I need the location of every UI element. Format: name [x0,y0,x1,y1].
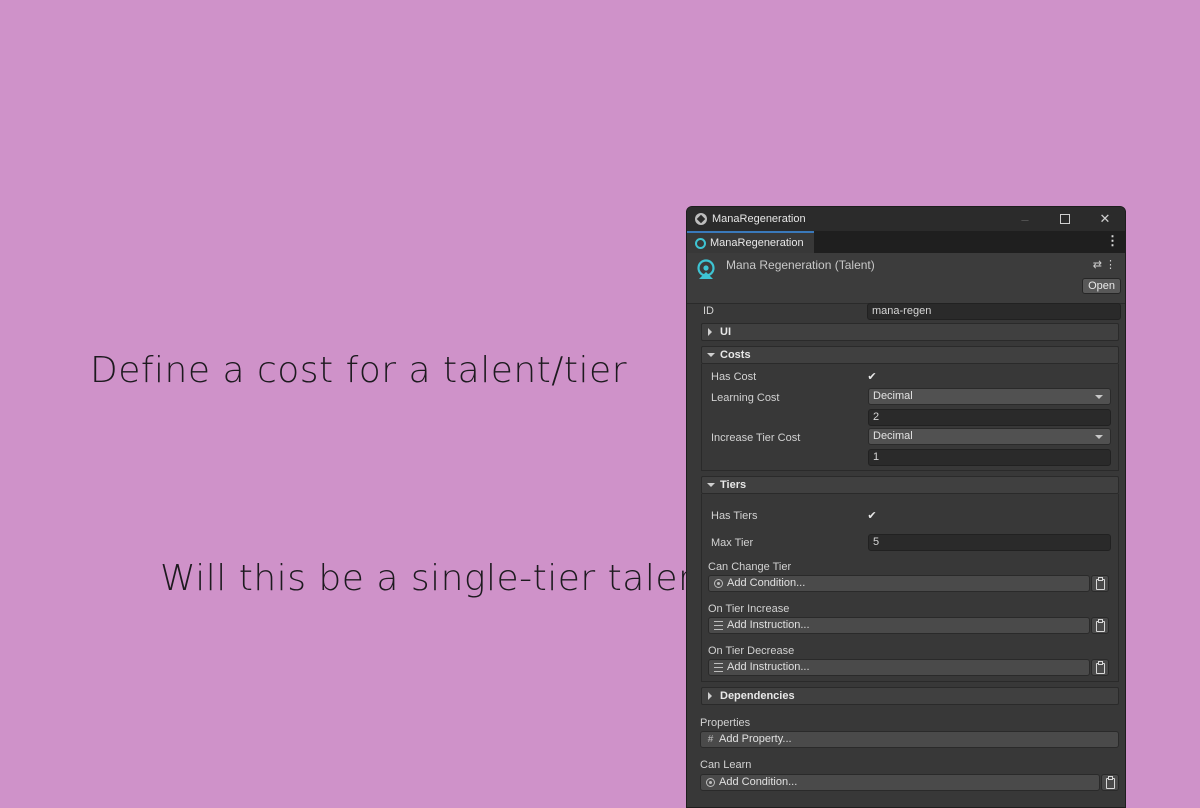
on-tier-increase-action: Add Instruction... [727,619,810,631]
tab-label: ManaRegeneration [710,237,804,249]
header-menu-icon[interactable]: ⋮ [1105,259,1119,271]
increase-tier-cost-label: Increase Tier Cost [711,432,801,444]
on-tier-increase-label: On Tier Increase [708,603,790,615]
unity-logo-icon [695,213,707,225]
hash-icon: # [707,734,714,745]
maximize-button[interactable] [1045,207,1085,231]
section-costs-title: Costs [720,349,751,361]
has-cost-label: Has Cost [711,371,757,383]
increase-tier-cost-type-value: Decimal [873,430,913,442]
learning-cost-label: Learning Cost [711,392,780,404]
on-tier-decrease-add-instruction[interactable]: Add Instruction... [708,659,1090,676]
collapse-arrow-icon [707,483,715,487]
asset-title: Mana Regeneration (Talent) [726,258,875,272]
clipboard-icon [1095,619,1105,632]
on-tier-decrease-label: On Tier Decrease [708,645,795,657]
clipboard-icon [1095,577,1105,590]
can-change-tier-label: Can Change Tier [708,561,792,573]
condition-icon [713,578,724,589]
instruction-icon [713,662,724,673]
add-property-button[interactable]: # Add Property... [700,731,1119,748]
can-change-tier-action: Add Condition... [727,577,806,589]
preset-icon[interactable]: ⇄ [1093,259,1105,271]
learning-cost-type-value: Decimal [873,390,913,402]
asset-header: Mana Regeneration (Talent) ⇄⋮ Open [687,253,1125,304]
expand-arrow-icon [708,328,712,336]
has-cost-checkbox[interactable]: ✔ [865,370,879,384]
tab-mana-regeneration[interactable]: ManaRegeneration [687,231,814,253]
can-learn-action: Add Condition... [719,776,798,788]
minimize-button[interactable]: – [1005,207,1045,231]
condition-icon [705,777,716,788]
open-button[interactable]: Open [1082,278,1121,294]
expand-arrow-icon [708,692,712,700]
paste-button[interactable] [1091,617,1109,634]
properties-label: Properties [700,717,751,729]
paste-button[interactable] [1101,774,1119,791]
has-tiers-checkbox[interactable]: ✔ [865,509,879,523]
max-tier-label: Max Tier [711,537,754,549]
collapse-arrow-icon [707,353,715,357]
instruction-icon [713,620,724,631]
window-title: ManaRegeneration [712,213,806,225]
learning-cost-type-dropdown[interactable]: Decimal [868,388,1111,405]
clipboard-icon [1105,776,1115,789]
can-change-tier-add-condition[interactable]: Add Condition... [708,575,1090,592]
section-ui-title: UI [720,326,731,338]
paste-button[interactable] [1091,575,1109,592]
talent-asset-icon [697,259,715,279]
section-tiers-title: Tiers [720,479,747,491]
has-tiers-label: Has Tiers [711,510,758,522]
tab-bar: ManaRegeneration ⋮ [687,231,1125,253]
close-button[interactable]: ✕ [1085,207,1125,231]
section-costs[interactable]: Costs [701,346,1119,364]
section-ui[interactable]: UI [701,323,1119,341]
on-tier-decrease-action: Add Instruction... [727,661,810,673]
talent-icon [695,237,706,249]
on-tier-increase-add-instruction[interactable]: Add Instruction... [708,617,1090,634]
can-learn-label: Can Learn [700,759,752,771]
add-property-label: Add Property... [719,733,792,745]
caption-define-cost: Define a cost for a talent/tier [90,350,627,391]
dropdown-arrow-icon [1095,395,1103,399]
can-learn-add-condition[interactable]: Add Condition... [700,774,1100,791]
maximize-icon [1060,214,1070,224]
increase-tier-cost-value-field[interactable]: 1 [868,449,1111,466]
inspector-window: ManaRegeneration – ✕ ManaRegeneration ⋮ … [686,206,1126,808]
learning-cost-value-field[interactable]: 2 [868,409,1111,426]
section-tiers[interactable]: Tiers [701,476,1119,494]
id-field[interactable]: mana-regen [867,303,1121,320]
title-bar[interactable]: ManaRegeneration – ✕ [687,207,1125,231]
dropdown-arrow-icon [1095,435,1103,439]
paste-button[interactable] [1091,659,1109,676]
header-controls: ⇄⋮ [1093,258,1119,271]
tab-menu-icon[interactable]: ⋮ [1106,234,1119,248]
increase-tier-cost-type-dropdown[interactable]: Decimal [868,428,1111,445]
id-label: ID [703,305,714,317]
clipboard-icon [1095,661,1105,674]
window-controls: – ✕ [1005,207,1125,231]
caption-single-tier: Will this be a single-tier talent? [160,558,736,599]
max-tier-field[interactable]: 5 [868,534,1111,551]
section-dependencies[interactable]: Dependencies [701,687,1119,705]
section-dependencies-title: Dependencies [720,690,795,702]
